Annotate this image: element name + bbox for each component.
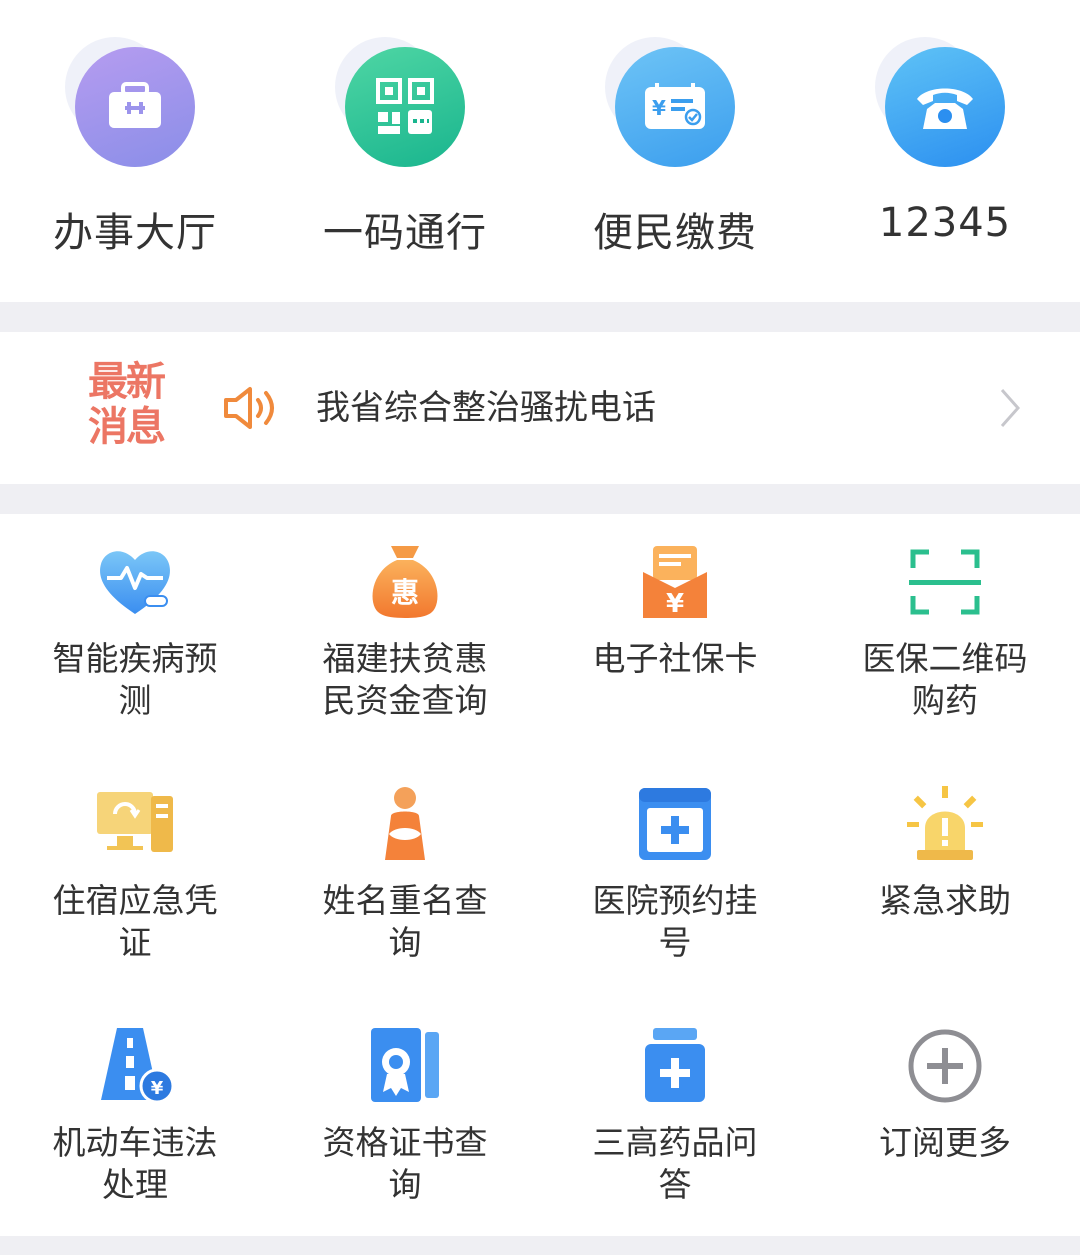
service-disease-prediction[interactable]: 智能疾病预测 [0, 514, 270, 754]
service-label: 智能疾病预测 [52, 639, 218, 720]
medical-calendar-icon [635, 784, 715, 864]
service-duplicate-name-query[interactable]: 姓名重名查询 [270, 756, 540, 996]
service-medicine-qa[interactable]: 三高药品问答 [540, 998, 810, 1238]
service-subscribe-more[interactable]: 订阅更多 [810, 998, 1080, 1238]
service-label: 福建扶贫惠民资金查询 [322, 639, 488, 720]
service-emergency-help[interactable]: 紧急求助 [810, 756, 1080, 996]
top-services-bar: 办事大厅 一码通行 ¥ 便民缴费 12345 [0, 0, 1080, 302]
news-tag-line1: 最新 [88, 359, 166, 405]
service-poverty-fund-query[interactable]: 惠 福建扶贫惠民资金查询 [270, 514, 540, 754]
service-social-security-card[interactable]: ¥ 电子社保卡 [540, 514, 810, 754]
money-bag-icon: 惠 [365, 542, 445, 622]
heart-pulse-icon [95, 542, 175, 622]
briefcase-icon [75, 47, 195, 167]
service-hospital-appointment[interactable]: 医院预约挂号 [540, 756, 810, 996]
service-label: 便民缴费 [593, 210, 757, 256]
service-label: 电子社保卡 [592, 639, 758, 678]
service-label: 姓名重名查询 [322, 881, 488, 962]
road-fine-icon: ¥ [95, 1026, 175, 1106]
person-icon [365, 784, 445, 864]
service-label: 紧急求助 [879, 881, 1011, 920]
phone-icon [885, 47, 1005, 167]
alarm-siren-icon [905, 784, 985, 864]
service-label: 医院预约挂号 [592, 881, 758, 962]
add-circle-icon [905, 1026, 985, 1106]
service-qualification-query[interactable]: 资格证书查询 [270, 998, 540, 1238]
svg-text:惠: 惠 [391, 576, 419, 609]
speaker-icon [222, 384, 286, 436]
bill-payment-icon: ¥ [615, 47, 735, 167]
scan-frame-icon [905, 542, 985, 622]
service-bill-payment[interactable]: ¥ 便民缴费 [540, 0, 810, 302]
service-label: 住宿应急凭证 [52, 881, 218, 962]
service-label: 医保二维码购药 [862, 639, 1028, 720]
social-security-card-icon: ¥ [635, 542, 715, 622]
service-medical-qr-purchase[interactable]: 医保二维码购药 [810, 514, 1080, 754]
service-office-hall[interactable]: 办事大厅 [0, 0, 270, 302]
service-label: 一码通行 [323, 210, 487, 256]
service-accommodation-certificate[interactable]: 住宿应急凭证 [0, 756, 270, 996]
svg-text:¥: ¥ [652, 96, 666, 120]
computer-refresh-icon [95, 784, 175, 864]
service-grid: 智能疾病预测 惠 福建扶贫惠民资金查询 ¥ 电子社保卡 医保二维码购药 住宿应急… [0, 514, 1080, 1236]
latest-news-tag: 最新 消息 [88, 360, 184, 450]
service-label: 办事大厅 [53, 210, 217, 256]
news-headline: 我省综合整治骚扰电话 [316, 388, 656, 428]
latest-news-banner[interactable]: 最新 消息 我省综合整治骚扰电话 [0, 332, 1080, 484]
service-vehicle-violation[interactable]: ¥ 机动车违法处理 [0, 998, 270, 1238]
certificate-icon [365, 1026, 445, 1106]
medicine-bottle-icon [635, 1026, 715, 1106]
service-label: 三高药品问答 [592, 1123, 758, 1204]
qr-code-icon [345, 47, 465, 167]
service-hotline-12345[interactable]: 12345 [810, 0, 1080, 302]
service-label: 资格证书查询 [322, 1123, 488, 1204]
service-label: 机动车违法处理 [52, 1123, 218, 1204]
svg-text:¥: ¥ [666, 589, 684, 619]
news-tag-line2: 消息 [88, 404, 166, 450]
service-label: 12345 [878, 200, 1012, 246]
svg-text:¥: ¥ [151, 1078, 164, 1099]
service-label: 订阅更多 [879, 1123, 1011, 1162]
service-one-code-pass[interactable]: 一码通行 [270, 0, 540, 302]
chevron-right-icon [996, 384, 1024, 436]
